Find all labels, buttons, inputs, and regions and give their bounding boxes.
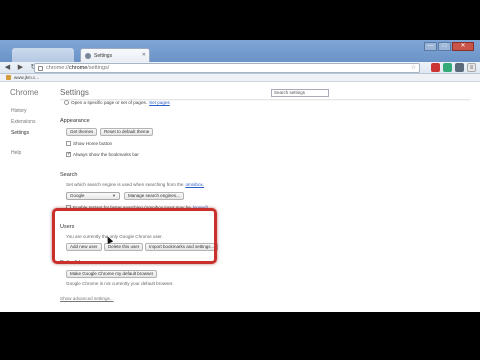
address-text: chrome://chrome/settings/ xyxy=(46,65,110,71)
tab-title: Settings xyxy=(94,52,113,59)
minimize-button[interactable]: — xyxy=(424,42,437,51)
chevron-down-icon: ▼ xyxy=(112,193,116,198)
window-controls: — □ ✕ xyxy=(424,42,474,51)
back-icon[interactable]: ◀ xyxy=(2,63,13,73)
search-engine-value: Google xyxy=(70,193,85,198)
video-frame: Settings ✕ — □ ✕ ◀ ▶ ↻ chrome://chrome/s… xyxy=(0,40,480,312)
default-browser-desc: Google Chrome is not currently your defa… xyxy=(66,281,174,286)
startup-row: Open a specific page or set of pages. Se… xyxy=(64,100,170,105)
bookmarks-bar: www.jkm.c... xyxy=(0,74,480,82)
appearance-title: Appearance xyxy=(60,118,90,124)
settings-page: Chrome History Extensions Settings Help … xyxy=(0,82,480,312)
search-title: Search xyxy=(60,172,78,178)
forward-icon[interactable]: ▶ xyxy=(15,63,26,73)
background-tab[interactable] xyxy=(12,48,74,62)
show-home-row: Show Home button xyxy=(66,141,112,146)
startup-radio[interactable] xyxy=(64,100,69,105)
sidebar: Chrome History Extensions Settings Help xyxy=(0,82,52,312)
sidebar-item-extensions[interactable]: Extensions xyxy=(11,119,35,125)
tab-settings[interactable]: Settings ✕ xyxy=(80,48,150,62)
get-themes-button[interactable]: Get themes xyxy=(66,128,98,136)
sidebar-item-settings[interactable]: Settings xyxy=(11,130,29,136)
search-engine-select[interactable]: Google ▼ xyxy=(66,192,120,200)
search-desc-row: Set which search engine is used when sea… xyxy=(66,182,204,187)
settings-content: Settings Search settings Open a specific… xyxy=(60,82,470,312)
extension-icon[interactable] xyxy=(431,63,440,72)
tab-close-icon[interactable]: ✕ xyxy=(142,52,146,58)
address-bar[interactable]: chrome://chrome/settings/ ☆ xyxy=(34,63,420,73)
toolbar: ◀ ▶ ↻ chrome://chrome/settings/ ☆ ≡ xyxy=(0,62,480,74)
bookmark-star-icon[interactable]: ☆ xyxy=(411,64,416,71)
show-home-label: Show Home button xyxy=(73,141,113,146)
search-settings-input[interactable]: Search settings xyxy=(271,89,329,97)
toolbar-right: ≡ xyxy=(431,63,476,72)
show-bookmarks-label: Always show the bookmarks bar xyxy=(73,152,139,157)
omnibox-link[interactable]: omnibox. xyxy=(185,182,204,187)
close-button[interactable]: ✕ xyxy=(452,42,474,51)
reset-theme-button[interactable]: Reset to default theme xyxy=(100,128,154,136)
sidebar-brand: Chrome xyxy=(10,88,39,97)
sidebar-item-history[interactable]: History xyxy=(11,108,27,114)
show-home-checkbox[interactable] xyxy=(66,141,71,146)
show-advanced-link[interactable]: Show advanced settings... xyxy=(60,296,114,301)
title-bar: Settings ✕ — □ ✕ xyxy=(0,40,480,62)
page-icon xyxy=(38,65,43,71)
manage-search-engines-button[interactable]: Manage search engines... xyxy=(124,192,184,200)
bookmark-favicon xyxy=(6,75,11,80)
extension-icon-2[interactable] xyxy=(443,63,452,72)
search-desc: Set which search engine is used when sea… xyxy=(66,182,184,187)
startup-text: Open a specific page or set of pages. xyxy=(71,100,148,105)
maximize-button[interactable]: □ xyxy=(438,42,451,51)
show-bookmarks-checkbox[interactable]: ✓ xyxy=(66,152,71,157)
search-section-highlight xyxy=(52,208,217,264)
sidebar-item-help[interactable]: Help xyxy=(11,150,21,156)
page-title: Settings xyxy=(60,88,89,97)
bookmark-item[interactable]: www.jkm.c... xyxy=(14,75,39,80)
make-default-button[interactable]: Make Google Chrome my default browser xyxy=(66,270,158,278)
show-bookmarks-row: ✓ Always show the bookmarks bar xyxy=(66,152,139,157)
set-pages-link[interactable]: Set pages xyxy=(149,100,170,105)
user-icon[interactable] xyxy=(455,63,464,72)
wrench-menu-icon[interactable]: ≡ xyxy=(467,63,476,72)
settings-tab-icon xyxy=(85,52,91,59)
